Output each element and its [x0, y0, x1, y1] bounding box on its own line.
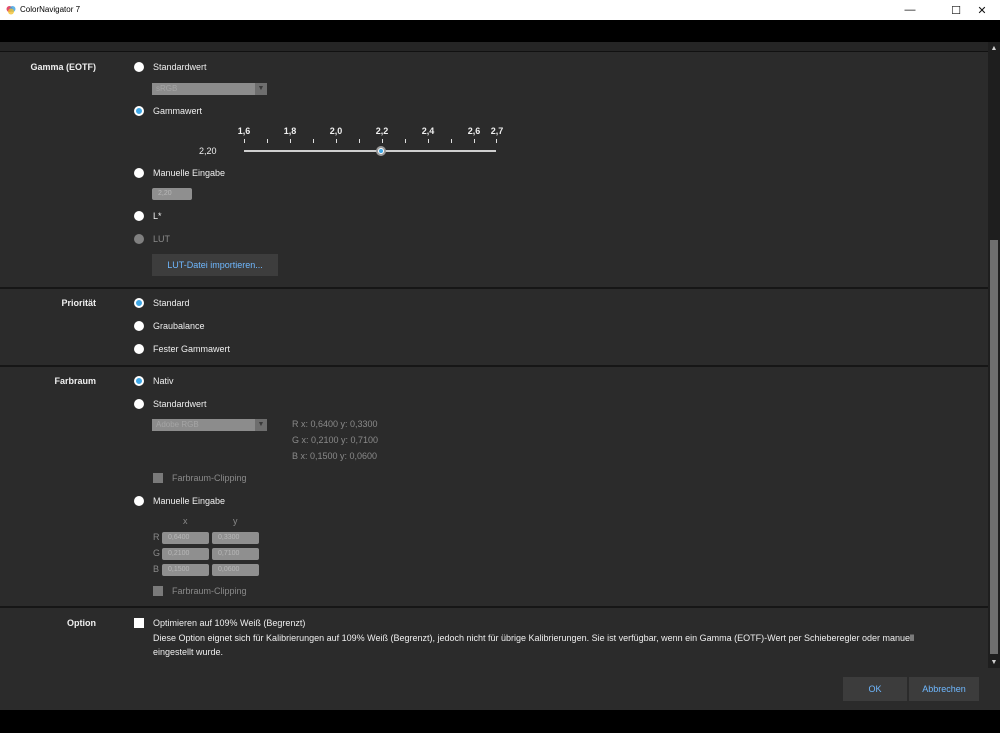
row-b-label: B	[153, 564, 160, 574]
priority-fester-radio[interactable]	[134, 344, 144, 354]
slider-tick-label: 2,0	[329, 126, 343, 136]
slider-tick	[474, 139, 475, 143]
slider-tick	[496, 139, 497, 143]
manual-gamma-label: Manuelle Eingabe	[153, 168, 226, 178]
priority-standard-label: Standard	[153, 298, 190, 308]
slider-tick	[267, 139, 268, 143]
priority-graubalance-label: Graubalance	[153, 321, 205, 331]
title-bar: ColorNavigator 7 — ☐ ✕	[0, 0, 1000, 20]
column-x-header: x	[183, 516, 188, 526]
gamma-standard-combo[interactable]: sRGB ▼	[152, 83, 267, 95]
colorspace-coords-b: B x: 0,1500 y: 0,0600	[292, 451, 378, 461]
gamma-slider-track[interactable]	[244, 150, 496, 152]
top-band	[0, 20, 1000, 42]
scrollbar-thumb[interactable]	[990, 240, 998, 654]
colorspace-coords-g: G x: 0,2100 y: 0,7100	[292, 435, 379, 445]
chevron-down-icon: ▼	[255, 419, 267, 431]
bottom-band	[0, 710, 1000, 733]
gamma-standard-label: Standardwert	[153, 62, 207, 72]
lut-label: LUT	[153, 234, 171, 244]
clipping-label-1: Farbraum-Clipping	[172, 473, 247, 483]
scroll-up-icon[interactable]: ▲	[988, 42, 1000, 54]
clipping-checkbox-2[interactable]	[153, 586, 163, 596]
slider-tick	[451, 139, 452, 143]
clipping-checkbox-1[interactable]	[153, 473, 163, 483]
panel-top-strip	[0, 42, 988, 52]
colorspace-manual-label: Manuelle Eingabe	[153, 496, 226, 506]
chevron-down-icon: ▼	[255, 83, 267, 95]
gamma-standard-combo-value: sRGB	[156, 84, 178, 93]
slider-tick	[428, 139, 429, 143]
window-title: ColorNavigator 7	[20, 5, 81, 14]
lstar-label: L*	[153, 211, 162, 221]
row-r-label: R	[153, 532, 160, 542]
section-divider	[0, 287, 988, 289]
slider-thumb-dot	[379, 149, 384, 153]
slider-tick	[244, 139, 245, 143]
slider-tick-label: 1,8	[283, 126, 297, 136]
slider-tick	[290, 139, 291, 143]
slider-tick	[313, 139, 314, 143]
settings-panel: Gamma (EOTF) Standardwert sRGB ▼ Gammawe…	[0, 42, 988, 668]
gammawert-label: Gammawert	[153, 106, 203, 116]
section-divider	[0, 606, 988, 608]
manual-g-y-input[interactable]: 0,7100	[212, 548, 259, 560]
priority-section-label: Priorität	[61, 298, 96, 308]
manual-gamma-input[interactable]: 2,20	[152, 188, 192, 200]
app-logo-icon	[6, 6, 16, 15]
colorspace-combo[interactable]: Adobe RGB ▼	[152, 419, 267, 431]
priority-graubalance-radio[interactable]	[134, 321, 144, 331]
cancel-button[interactable]: Abbrechen	[909, 677, 979, 701]
manual-r-x-input[interactable]: 0,6400	[162, 532, 209, 544]
colorspace-section-label: Farbraum	[54, 376, 96, 386]
colorspace-standard-radio[interactable]	[134, 399, 144, 409]
vertical-scrollbar[interactable]: ▲ ▼	[988, 42, 1000, 668]
colorspace-nativ-label: Nativ	[153, 376, 174, 386]
option-description: Diese Option eignet sich für Kalibrierun…	[153, 633, 915, 657]
priority-standard-radio[interactable]	[134, 298, 144, 308]
ok-button[interactable]: OK	[843, 677, 907, 701]
manual-b-x-input[interactable]: 0,1500	[162, 564, 209, 576]
gammawert-radio[interactable]	[134, 106, 144, 116]
colorspace-combo-value: Adobe RGB	[156, 420, 199, 429]
section-divider	[0, 365, 988, 367]
slider-tick-label: 2,4	[421, 126, 435, 136]
gamma-value-readout: 2,20	[199, 146, 217, 156]
minimize-button[interactable]: —	[892, 0, 928, 20]
slider-tick-label: 2,6	[467, 126, 481, 136]
slider-tick	[382, 139, 383, 143]
manual-gamma-radio[interactable]	[134, 168, 144, 178]
dialog-footer: OK Abbrechen	[0, 668, 1000, 710]
colorspace-coords-r: R x: 0,6400 y: 0,3300	[292, 419, 378, 429]
column-y-header: y	[233, 516, 238, 526]
slider-tick	[359, 139, 360, 143]
option-section-label: Option	[67, 618, 96, 628]
colorspace-manual-radio[interactable]	[134, 496, 144, 506]
colorspace-nativ-radio[interactable]	[134, 376, 144, 386]
priority-fester-label: Fester Gammawert	[153, 344, 231, 354]
clipping-label-2: Farbraum-Clipping	[172, 586, 247, 596]
lstar-radio[interactable]	[134, 211, 144, 221]
lut-import-button[interactable]: LUT-Datei importieren...	[152, 254, 278, 276]
manual-g-x-input[interactable]: 0,2100	[162, 548, 209, 560]
row-g-label: G	[153, 548, 161, 558]
optimize-109-checkbox[interactable]	[134, 618, 144, 628]
lut-radio[interactable]	[134, 234, 144, 244]
manual-b-y-input[interactable]: 0,0600	[212, 564, 259, 576]
colorspace-standard-label: Standardwert	[153, 399, 207, 409]
slider-tick-label: 2,2	[375, 126, 389, 136]
slider-tick	[405, 139, 406, 143]
manual-r-y-input[interactable]: 0,3300	[212, 532, 259, 544]
scroll-down-icon[interactable]: ▼	[988, 656, 1000, 668]
gamma-standard-radio[interactable]	[134, 62, 144, 72]
slider-tick	[336, 139, 337, 143]
optimize-109-label: Optimieren auf 109% Weiß (Begrenzt)	[153, 618, 306, 628]
close-button[interactable]: ✕	[964, 0, 1000, 20]
slider-tick-label: 2,7	[490, 126, 504, 136]
slider-tick-label: 1,6	[237, 126, 251, 136]
gamma-section-label: Gamma (EOTF)	[30, 62, 96, 72]
gamma-slider-thumb[interactable]	[376, 146, 387, 156]
